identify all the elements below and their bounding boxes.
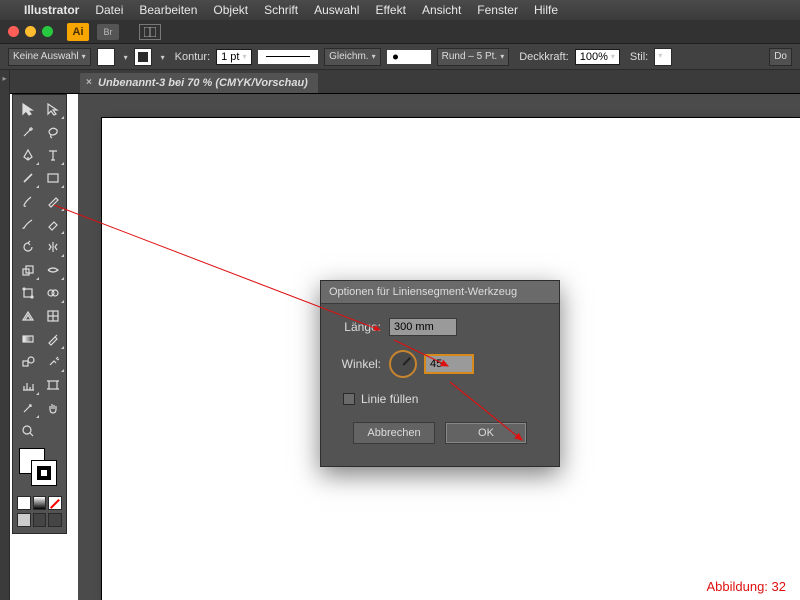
pencil-tool[interactable] (40, 189, 65, 212)
stroke-dropdown-icon[interactable] (158, 51, 165, 63)
magic-wand-tool[interactable] (15, 120, 40, 143)
menu-hilfe[interactable]: Hilfe (534, 3, 558, 17)
stroke-weight-input[interactable]: 1 pt (216, 49, 252, 65)
document-tab-bar: Unbenannt-3 bei 70 % (CMYK/Vorschau) (0, 70, 800, 94)
mac-menubar: Illustrator Datei Bearbeiten Objekt Schr… (0, 0, 800, 20)
menu-datei[interactable]: Datei (95, 3, 123, 17)
paintbrush-tool[interactable] (15, 189, 40, 212)
pen-tool[interactable] (15, 143, 40, 166)
perspective-grid-tool[interactable] (15, 304, 40, 327)
fill-dropdown-icon[interactable] (121, 51, 128, 63)
bridge-button[interactable]: Br (97, 24, 119, 40)
zoom-icon[interactable] (42, 26, 53, 37)
shape-builder-tool[interactable] (40, 281, 65, 304)
reflect-tool[interactable] (40, 235, 65, 258)
menu-app-name[interactable]: Illustrator (24, 3, 79, 17)
window-controls (8, 26, 53, 37)
cancel-button[interactable]: Abbrechen (353, 422, 435, 444)
hand-tool[interactable] (40, 396, 65, 419)
opacity-input[interactable]: 100% (575, 49, 620, 65)
arrange-documents-button[interactable] (139, 24, 161, 40)
stroke-swatch[interactable] (134, 48, 152, 66)
scale-tool[interactable] (15, 258, 40, 281)
document-tab[interactable]: Unbenannt-3 bei 70 % (CMYK/Vorschau) (80, 73, 318, 93)
ok-button[interactable]: OK (445, 422, 527, 444)
angle-label: Winkel: (335, 357, 381, 371)
menu-schrift[interactable]: Schrift (264, 3, 298, 17)
type-tool[interactable] (40, 143, 65, 166)
style-swatch[interactable] (654, 48, 672, 66)
draw-behind-button[interactable] (33, 513, 47, 527)
menu-objekt[interactable]: Objekt (213, 3, 248, 17)
stroke-color-swatch[interactable] (31, 460, 57, 486)
angle-input[interactable] (425, 355, 473, 373)
line-segment-tool[interactable] (15, 166, 40, 189)
symbol-sprayer-tool[interactable] (40, 350, 65, 373)
selection-indicator[interactable]: Keine Auswahl (8, 48, 91, 66)
line-segment-options-dialog: Optionen für Liniensegment-Werkzeug Läng… (320, 280, 560, 467)
menu-effekt[interactable]: Effekt (375, 3, 405, 17)
menu-bearbeiten[interactable]: Bearbeiten (139, 3, 197, 17)
color-mode-button[interactable] (17, 496, 31, 510)
opacity-label: Deckkraft: (519, 51, 569, 63)
gradient-mode-button[interactable] (33, 496, 47, 510)
stroke-profile-preview[interactable] (258, 50, 318, 64)
brush-dropdown[interactable]: Rund – 5 Pt. (437, 48, 510, 66)
column-graph-tool[interactable] (15, 373, 40, 396)
fill-swatch[interactable] (97, 48, 115, 66)
figure-caption: Abbildung: 32 (706, 579, 786, 594)
none-mode-button[interactable] (48, 496, 62, 510)
draw-normal-button[interactable] (17, 513, 31, 527)
menu-ansicht[interactable]: Ansicht (422, 3, 461, 17)
draw-inside-button[interactable] (48, 513, 62, 527)
document-setup-button[interactable]: Do (769, 48, 792, 66)
mesh-tool[interactable] (40, 304, 65, 327)
window-titlebar: Ai Br (0, 20, 800, 44)
menu-fenster[interactable]: Fenster (477, 3, 518, 17)
fill-line-checkbox[interactable] (343, 393, 355, 405)
control-bar: Keine Auswahl Kontur: 1 pt Gleichm. Rund… (0, 44, 800, 70)
zoom-tool[interactable] (15, 419, 40, 442)
slice-tool[interactable] (15, 396, 40, 419)
panel-dock-strip[interactable]: ▸ (0, 70, 10, 600)
length-label: Länge: (335, 320, 381, 334)
rectangle-tool[interactable] (40, 166, 65, 189)
rotate-tool[interactable] (15, 235, 40, 258)
brush-preview[interactable] (387, 50, 431, 64)
length-input[interactable] (389, 318, 457, 336)
app-badge: Ai (67, 23, 89, 41)
minimize-icon[interactable] (25, 26, 36, 37)
selection-tool[interactable] (15, 97, 40, 120)
blend-tool[interactable] (15, 350, 40, 373)
menu-auswahl[interactable]: Auswahl (314, 3, 359, 17)
stroke-profile-dropdown[interactable]: Gleichm. (324, 48, 380, 66)
direct-selection-tool[interactable] (40, 97, 65, 120)
blob-brush-tool[interactable] (15, 212, 40, 235)
angle-dial[interactable] (389, 350, 417, 378)
gradient-tool[interactable] (15, 327, 40, 350)
style-label: Stil: (630, 51, 648, 63)
tools-panel (12, 94, 67, 534)
artboard-tool[interactable] (40, 373, 65, 396)
close-icon[interactable] (8, 26, 19, 37)
eyedropper-tool[interactable] (40, 327, 65, 350)
dialog-title: Optionen für Liniensegment-Werkzeug (321, 281, 559, 304)
stroke-label: Kontur: (175, 51, 210, 63)
fill-line-label: Linie füllen (361, 392, 418, 406)
lasso-tool[interactable] (40, 120, 65, 143)
fill-stroke-swatches[interactable] (17, 446, 62, 494)
eraser-tool[interactable] (40, 212, 65, 235)
width-tool[interactable] (40, 258, 65, 281)
free-transform-tool[interactable] (15, 281, 40, 304)
